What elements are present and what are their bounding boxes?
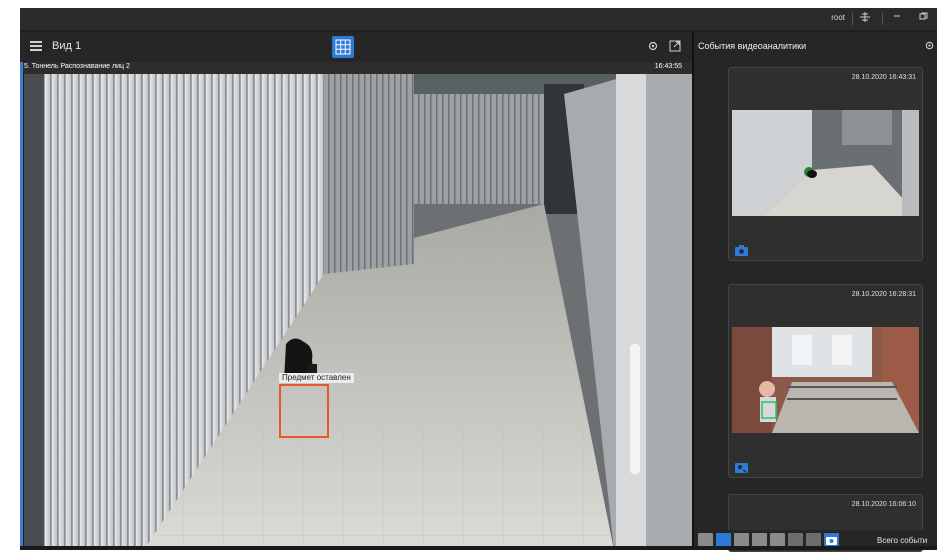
hamburger-menu-icon[interactable] <box>30 41 42 51</box>
camera-video-frame[interactable]: Предмет оставлен <box>24 74 692 550</box>
total-events-label: Всего событи <box>877 536 928 545</box>
detection-bounding-box[interactable] <box>279 384 329 438</box>
gear-icon[interactable] <box>646 40 660 54</box>
username-label[interactable]: root <box>831 13 845 22</box>
grid-layout-button[interactable] <box>332 36 354 58</box>
view-title[interactable]: Вид 1 <box>52 40 81 52</box>
bottom-bar <box>20 546 937 550</box>
camera-icon <box>735 243 748 256</box>
restore-icon[interactable] <box>915 11 931 27</box>
events-panel: События видеоаналитики 28.10.2020 16:43:… <box>694 32 937 552</box>
corridor-scene-image <box>24 74 692 550</box>
network-icon[interactable] <box>857 11 873 27</box>
detection-label: Предмет оставлен <box>279 373 354 383</box>
grid-icon <box>335 39 351 55</box>
camera-name: 5. Тоннель Распознавание лиц 2 <box>24 63 130 70</box>
events-panel-title: События видеоаналитики <box>698 41 807 51</box>
titlebar-separator <box>882 13 883 25</box>
gear-icon[interactable] <box>924 40 935 54</box>
event-card[interactable]: 28.10.2020 16:28:31 <box>728 284 923 478</box>
face-icon <box>735 460 748 473</box>
title-bar: root <box>20 8 937 30</box>
event-timestamp: 28.10.2020 16:43:31 <box>851 74 916 81</box>
app-window: root Вид 1 5. Тоннель Распознавание лиц … <box>20 8 937 552</box>
view-header: Вид 1 <box>20 32 692 62</box>
event-timestamp: 28.10.2020 16:06:10 <box>851 501 916 508</box>
camera-label-bar: 5. Тоннель Распознавание лиц 2 16:43:55 <box>20 62 692 74</box>
event-thumbnail[interactable] <box>732 327 919 433</box>
titlebar-separator <box>852 13 853 25</box>
minimize-icon[interactable] <box>889 11 905 27</box>
event-timestamp: 28.10.2020 16:28:31 <box>851 291 916 298</box>
expand-icon[interactable] <box>668 40 682 54</box>
camera-time: 16:43:55 <box>654 63 682 70</box>
event-card[interactable]: 28.10.2020 16:43:31 <box>728 67 923 261</box>
event-thumbnail[interactable] <box>732 110 919 216</box>
selected-view-indicator <box>20 62 23 550</box>
